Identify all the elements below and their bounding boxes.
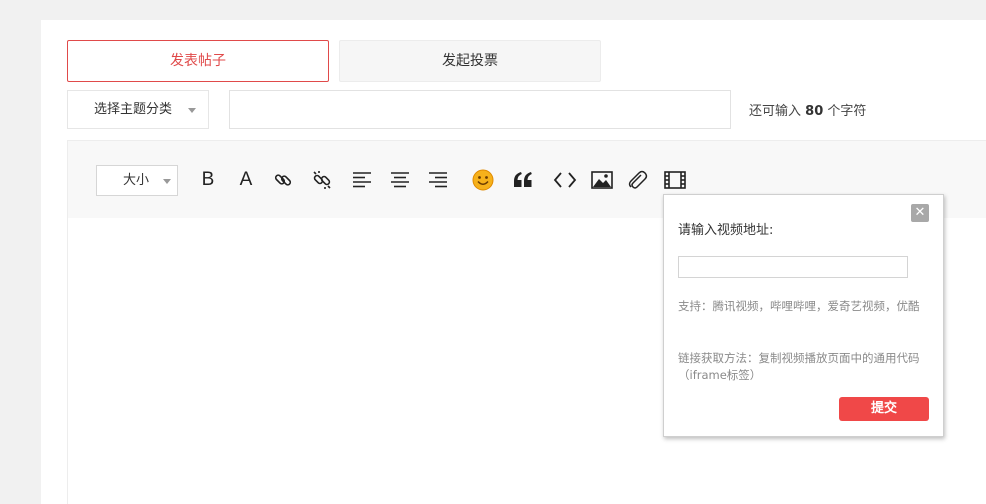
code-button[interactable] xyxy=(551,166,579,194)
link-icon xyxy=(274,174,292,186)
font-color-icon: A xyxy=(239,169,253,190)
align-center-icon xyxy=(391,172,409,188)
align-left-icon xyxy=(353,172,371,188)
image-icon xyxy=(591,171,613,189)
unlink-button[interactable] xyxy=(308,166,336,194)
video-button[interactable] xyxy=(661,166,689,194)
font-color-button[interactable]: A xyxy=(232,166,260,194)
bold-button[interactable]: B xyxy=(194,166,222,194)
smiley-icon xyxy=(472,169,494,191)
align-center-button[interactable] xyxy=(386,166,414,194)
paperclip-icon xyxy=(628,170,648,189)
quote-icon xyxy=(514,172,532,187)
bold-icon: B xyxy=(201,169,215,190)
supported-sites-note: 支持：腾讯视频，哔哩哔哩，爱奇艺视频，优酷 xyxy=(678,299,920,313)
unlink-icon xyxy=(313,171,331,189)
char-hint-prefix: 还可输入 xyxy=(749,104,802,119)
tab-vote[interactable]: 发起投票 xyxy=(339,40,601,82)
attachment-button[interactable] xyxy=(623,166,651,194)
close-icon: ✕ xyxy=(914,205,926,220)
close-button[interactable]: ✕ xyxy=(911,204,929,222)
align-right-icon xyxy=(429,172,447,188)
chevron-down-icon xyxy=(163,179,171,184)
char-hint-suffix: 个字符 xyxy=(827,104,867,119)
video-url-input[interactable] xyxy=(678,256,908,278)
video-url-popup: ✕ 请输入视频地址: 支持：腾讯视频，哔哩哔哩，爱奇艺视频，优酷 链接获取方法：… xyxy=(663,194,944,437)
category-select[interactable]: 选择主题分类 xyxy=(67,90,209,129)
video-url-label: 请输入视频地址: xyxy=(678,223,774,238)
emoji-button[interactable] xyxy=(469,166,497,194)
tab-post[interactable]: 发表帖子 xyxy=(67,40,329,82)
link-button[interactable] xyxy=(269,166,297,194)
chevron-down-icon xyxy=(188,108,196,113)
char-hint-count: 80 xyxy=(805,104,824,119)
image-button[interactable] xyxy=(588,166,616,194)
category-select-label: 选择主题分类 xyxy=(94,102,173,117)
title-input[interactable] xyxy=(229,90,731,129)
code-icon xyxy=(553,172,577,188)
align-right-button[interactable] xyxy=(424,166,452,194)
film-icon xyxy=(664,171,686,189)
font-size-select[interactable]: 大小 xyxy=(96,165,178,196)
link-method-note: 链接获取方法：复制视频播放页面中的通用代码（iframe标签） xyxy=(678,351,920,382)
font-size-label: 大小 xyxy=(123,173,150,188)
char-count-hint: 还可输入 80 个字符 xyxy=(749,100,866,119)
align-left-button[interactable] xyxy=(348,166,376,194)
submit-button[interactable]: 提交 xyxy=(839,397,929,421)
quote-button[interactable] xyxy=(509,166,537,194)
